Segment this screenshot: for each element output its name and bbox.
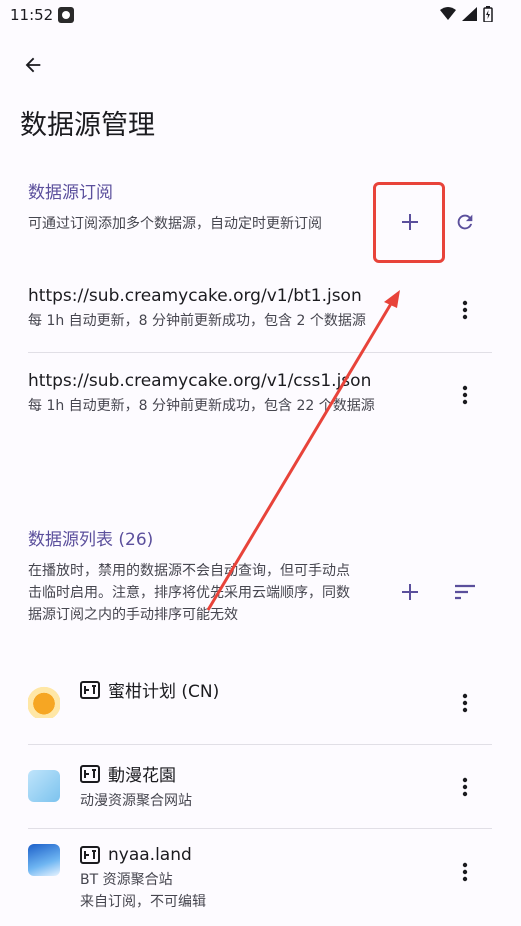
source-avatar xyxy=(28,686,60,718)
source-note: 来自订阅，不可编辑 xyxy=(80,894,206,910)
source-name: nyaa.land xyxy=(108,845,192,865)
more-vert-icon xyxy=(462,777,468,797)
more-vert-icon xyxy=(462,862,468,882)
more-vert-icon xyxy=(462,693,468,713)
divider xyxy=(28,744,492,745)
source-name: 蜜柑计划 (CN) xyxy=(108,682,220,702)
divider xyxy=(28,828,492,829)
source-avatar xyxy=(28,844,60,876)
source-avatar xyxy=(28,770,60,802)
bt-torrent-icon xyxy=(80,846,100,864)
source-item[interactable]: 蜜柑计划 (CN) xyxy=(28,672,492,744)
source-name: 動漫花園 xyxy=(108,766,176,786)
source-more-button[interactable] xyxy=(450,683,480,723)
source-more-button[interactable] xyxy=(450,767,480,807)
source-subtitle: 动漫资源聚合网站 xyxy=(80,793,192,809)
source-item[interactable]: nyaa.land BT 资源聚合站 来自订阅，不可编辑 xyxy=(28,840,492,926)
bt-torrent-icon xyxy=(80,764,100,783)
bt-torrent-icon xyxy=(80,680,100,699)
source-item[interactable]: 動漫花園 动漫资源聚合网站 xyxy=(28,756,492,828)
source-more-button[interactable] xyxy=(450,852,480,892)
source-subtitle: BT 资源聚合站 xyxy=(80,872,173,888)
